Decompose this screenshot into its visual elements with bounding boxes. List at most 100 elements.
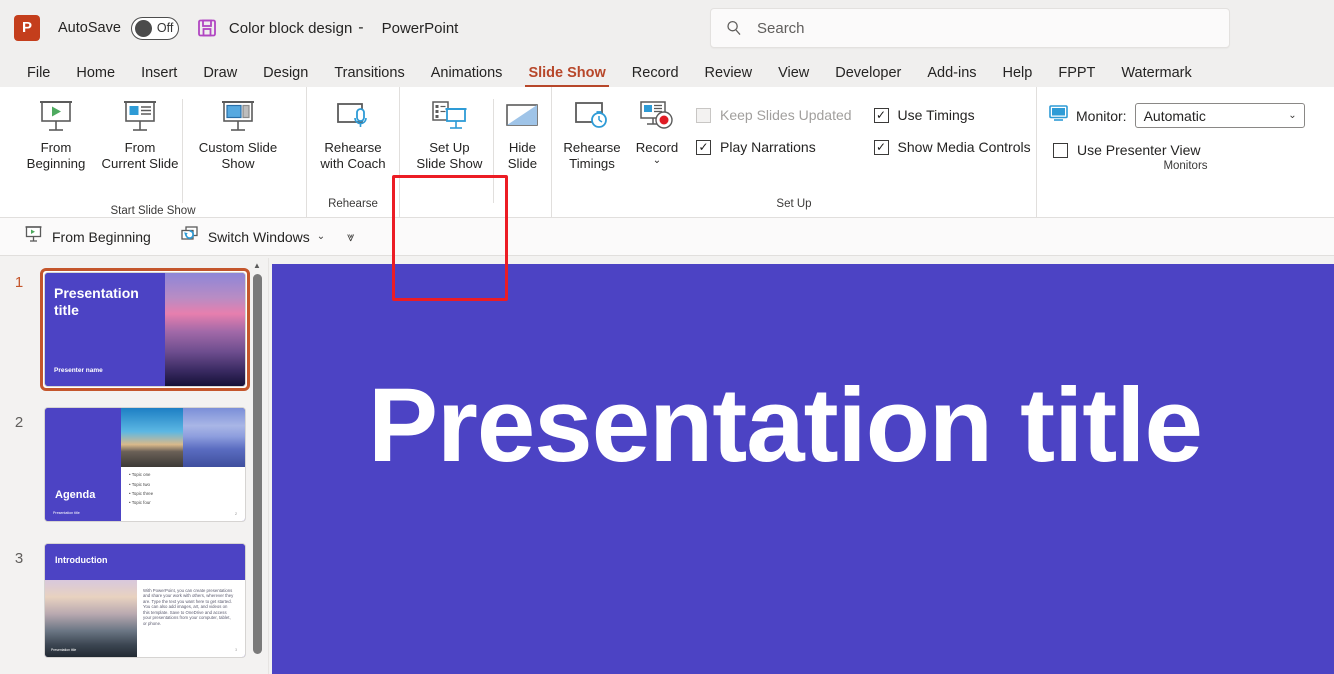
from-beginning-button[interactable]: From Beginning (14, 93, 98, 185)
rehearse-timings-button[interactable]: Rehearse Timings (556, 93, 628, 185)
group-label-monitors: Monitors (1037, 158, 1334, 180)
use-presenter-view-checkbox[interactable]: Use Presenter View (1053, 142, 1334, 158)
from-beginning-label: From Beginning (27, 140, 86, 172)
group-label-setup-show (400, 203, 551, 219)
monitor-label: Monitor: (1076, 108, 1127, 124)
slide3-photo (45, 580, 137, 657)
tab-insert[interactable]: Insert (128, 60, 190, 87)
checkbox-box (1053, 143, 1068, 158)
save-icon[interactable] (197, 18, 217, 38)
quickbar-from-beginning-button[interactable]: From Beginning (14, 222, 161, 252)
powerpoint-window: P AutoSave Off Color block design - Powe… (0, 0, 1334, 674)
monitor-select[interactable]: Automatic ⌄ (1135, 103, 1305, 128)
current-slide[interactable]: Presentation title (272, 264, 1334, 674)
chevron-down-icon[interactable]: ⌄ (653, 157, 661, 165)
custom-slide-show-label: Custom Slide Show (199, 140, 277, 172)
tab-developer[interactable]: Developer (822, 60, 914, 87)
bullet-item: Topic three (129, 491, 153, 496)
logo-letter: P (22, 20, 32, 35)
tab-watermark[interactable]: Watermark (1108, 60, 1204, 87)
show-media-controls-checkbox[interactable]: Show Media Controls (874, 139, 1031, 155)
tab-design[interactable]: Design (250, 60, 321, 87)
chevron-down-icon[interactable]: ⌄ (317, 231, 325, 242)
record-icon (637, 97, 677, 137)
search-input[interactable]: Search (710, 8, 1230, 48)
show-media-controls-label: Show Media Controls (898, 139, 1031, 155)
thumbnail-slide-1[interactable]: 1 Presentation title Presenter name (8, 268, 250, 391)
tab-slide-show[interactable]: Slide Show (515, 60, 618, 87)
more-commands-icon[interactable]: ⩔ (335, 229, 365, 245)
title-bar: P AutoSave Off Color block design - Powe… (0, 0, 1334, 56)
quickbar-switch-windows-label: Switch Windows (208, 229, 310, 245)
slide3-title: Introduction (55, 555, 108, 565)
slide2-bullets: Topic one Topic two Topic three Topic fo… (129, 472, 153, 509)
tab-view[interactable]: View (765, 60, 822, 87)
use-presenter-view-label: Use Presenter View (1077, 142, 1200, 158)
quickbar-switch-windows-button[interactable]: Switch Windows ⌄ (169, 222, 335, 252)
tab-draw[interactable]: Draw (190, 60, 250, 87)
tab-home[interactable]: Home (63, 60, 128, 87)
slide2-footer: Presentation title (53, 511, 80, 515)
work-area: 1 Presentation title Presenter name 2 (0, 258, 1334, 674)
thumbnail-frame: Agenda Presentation title Topic one Topi… (45, 408, 245, 521)
from-beginning-icon (36, 97, 76, 137)
tab-add-ins[interactable]: Add-ins (914, 60, 989, 87)
slide-number-1: 1 (8, 268, 30, 291)
checkbox-box (874, 108, 889, 123)
hide-slide-label: Hide Slide (508, 140, 537, 172)
tab-file[interactable]: File (14, 60, 63, 87)
thumbnail-slide-2[interactable]: 2 Agenda Presentation title Topic one To… (8, 408, 245, 521)
tab-fppt[interactable]: FPPT (1045, 60, 1108, 87)
app-name: PowerPoint (382, 20, 459, 37)
quickbar-from-beginning-label: From Beginning (52, 229, 151, 245)
tab-help[interactable]: Help (990, 60, 1046, 87)
tab-record[interactable]: Record (619, 60, 692, 87)
slide-number-2: 2 (8, 408, 30, 431)
checkbox-box (696, 108, 711, 123)
slide2-color-block (45, 408, 121, 521)
autosave-label: AutoSave (58, 20, 121, 36)
slide-title-text[interactable]: Presentation title (368, 356, 1294, 496)
hide-slide-button[interactable]: Hide Slide (494, 93, 551, 185)
scroll-up-arrow-icon[interactable]: ▲ (250, 258, 264, 272)
set-up-slide-show-button[interactable]: Set Up Slide Show (408, 93, 491, 185)
record-button[interactable]: Record ⌄ (628, 93, 686, 185)
tab-animations[interactable]: Animations (418, 60, 516, 87)
autosave-toggle[interactable]: Off (131, 17, 179, 40)
slide3-body-text: With PowerPoint, you can create presenta… (143, 588, 235, 626)
scrollbar-track[interactable] (250, 274, 264, 672)
scrollbar-thumb[interactable] (253, 274, 262, 654)
use-timings-label: Use Timings (898, 107, 975, 123)
tab-review[interactable]: Review (692, 60, 766, 87)
quick-access-toolbar: From Beginning Switch Windows ⌄ ⩔ (0, 218, 1334, 256)
monitor-selected-value: Automatic (1144, 108, 1206, 124)
powerpoint-logo-icon: P (14, 15, 40, 41)
slide-canvas-area: Presentation title (270, 258, 1334, 674)
title-separator: - (358, 19, 363, 37)
slide2-page-number: 2 (235, 512, 237, 516)
from-current-slide-button[interactable]: From Current Slide (98, 93, 182, 185)
slide2-title: Agenda (55, 489, 95, 501)
play-narrations-checkbox[interactable]: Play Narrations (696, 139, 852, 155)
slide3-footer: Presentation title (51, 648, 76, 652)
slide-number-3: 3 (8, 544, 30, 567)
tab-transitions[interactable]: Transitions (321, 60, 417, 87)
switch-windows-icon (179, 225, 199, 249)
thumbnail-slide-3[interactable]: 3 Introduction With PowerPoint, you can … (8, 544, 245, 657)
ribbon: From Beginning (0, 87, 1334, 218)
set-up-slide-show-label: Set Up Slide Show (416, 140, 482, 172)
hide-slide-icon (502, 97, 542, 137)
checkbox-box (696, 140, 711, 155)
search-icon (725, 19, 743, 37)
rehearse-with-coach-button[interactable]: Rehearse with Coach (311, 93, 395, 185)
document-title[interactable]: Color block design (229, 20, 352, 37)
ribbon-group-monitors: Monitor: Automatic ⌄ Use Presenter View … (1037, 87, 1334, 218)
thumbnail-scrollbar[interactable]: ▲ (250, 258, 264, 674)
ribbon-group-start-slide-show: From Beginning (0, 87, 306, 218)
from-beginning-small-icon (24, 225, 43, 249)
use-timings-checkbox[interactable]: Use Timings (874, 107, 1031, 123)
from-current-slide-icon (120, 97, 160, 137)
slide-thumbnail-pane[interactable]: 1 Presentation title Presenter name 2 (0, 258, 268, 674)
custom-slide-show-button[interactable]: Custom Slide Show (183, 93, 293, 185)
keep-slides-updated-checkbox[interactable]: Keep Slides Updated (696, 107, 852, 123)
